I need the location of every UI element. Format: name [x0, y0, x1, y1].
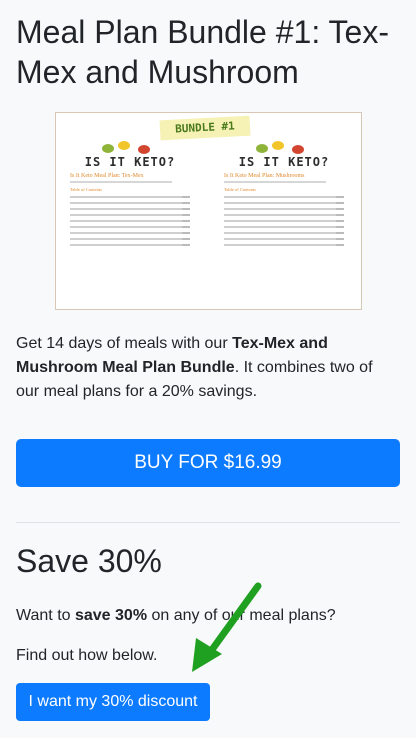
avocado-icon — [256, 144, 268, 153]
preview-page-mushroom: IS IT KETO? Is It Keto Meal Plan: Mushro… — [224, 141, 344, 301]
save-offer-text: Want to save 30% on any of our meal plan… — [16, 604, 336, 628]
toc-line — [70, 226, 190, 228]
page-content: Meal Plan Bundle #1: Tex-Mex and Mushroo… — [0, 0, 416, 738]
avocado-icon — [102, 144, 114, 153]
save-heading: Save 30% — [16, 543, 162, 579]
toc-line — [224, 208, 344, 210]
pepper-icon — [292, 145, 304, 154]
doc-toc-heading: Table of Contents — [70, 187, 102, 192]
bundle-badge: BUNDLE #1 — [159, 115, 251, 141]
bundle-preview-image: BUNDLE #1 IS IT KETO? Is It Keto Meal Pl… — [55, 112, 362, 310]
doc-toc-heading: Table of Contents — [224, 187, 256, 192]
section-divider — [16, 522, 400, 523]
toc-line — [70, 196, 190, 198]
doc-subtext-line — [70, 181, 172, 183]
toc-line — [70, 238, 190, 240]
find-out-text: Find out how below. — [16, 647, 158, 664]
toc-line — [224, 238, 344, 240]
toc-line — [224, 244, 344, 246]
doc-heading: Is It Keto Meal Plan: Tex-Mex — [70, 173, 144, 179]
toc-line — [70, 202, 190, 204]
toc-line — [70, 244, 190, 246]
toc-line — [70, 214, 190, 216]
lemon-icon — [272, 141, 284, 150]
green-arrow-icon — [192, 582, 262, 672]
toc-line — [224, 226, 344, 228]
toc-line — [70, 232, 190, 234]
preview-page-texmex: IS IT KETO? Is It Keto Meal Plan: Tex-Me… — [70, 141, 190, 301]
toc-line — [224, 232, 344, 234]
toc-line — [224, 220, 344, 222]
discount-button[interactable]: I want my 30% discount — [16, 683, 210, 721]
vegetable-icons — [254, 141, 314, 155]
toc-line — [70, 220, 190, 222]
toc-line — [70, 208, 190, 210]
pepper-icon — [138, 145, 150, 154]
doc-heading: Is It Keto Meal Plan: Mushrooms — [224, 173, 305, 179]
page-title: Meal Plan Bundle #1: Tex-Mex and Mushroo… — [16, 14, 389, 90]
vegetable-icons — [100, 141, 160, 155]
buy-button[interactable]: BUY FOR $16.99 — [16, 439, 400, 487]
keto-logo: IS IT KETO? — [84, 155, 176, 169]
doc-subtext-line — [224, 181, 326, 183]
offer-bold: save 30% — [74, 607, 148, 624]
toc-line — [224, 214, 344, 216]
toc-line — [224, 202, 344, 204]
toc-line — [224, 196, 344, 198]
bundle-description: Get 14 days of meals with our Tex-Mex an… — [16, 332, 400, 404]
description-text: Get 14 days of meals with our — [16, 335, 233, 352]
lemon-icon — [118, 141, 130, 150]
offer-text: Want to — [16, 607, 75, 624]
keto-logo: IS IT KETO? — [238, 155, 330, 169]
